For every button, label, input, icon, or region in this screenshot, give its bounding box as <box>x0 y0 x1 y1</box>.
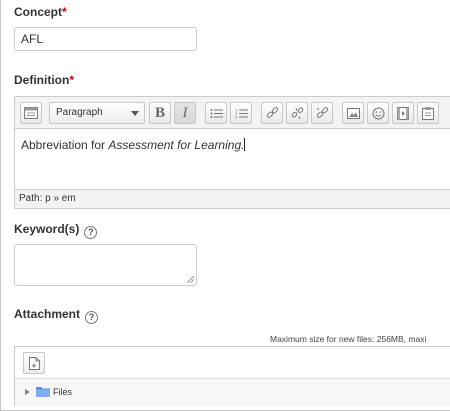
media-icon <box>397 106 409 120</box>
resize-grip-icon[interactable] <box>187 276 194 283</box>
toolbar-toggle-icon <box>24 107 38 119</box>
keywords-label-text: Keyword(s) <box>14 222 80 236</box>
editor-content-area[interactable]: Abbreviation for Assessment for Learning… <box>15 129 450 189</box>
bullet-list-button[interactable] <box>205 102 227 124</box>
keywords-label: Keyword(s)? <box>14 222 98 239</box>
numbered-list-button[interactable]: 123 <box>230 102 252 124</box>
insert-media-button[interactable] <box>392 102 414 124</box>
add-file-icon <box>28 356 40 370</box>
paragraph-format-select[interactable]: Paragraph <box>49 102 145 124</box>
file-tree: Files <box>15 379 450 406</box>
max-file-size-text: Maximum size for new files: 256MB, maxi <box>270 334 427 344</box>
unlink-button[interactable] <box>286 102 308 124</box>
insert-link-button[interactable] <box>261 102 283 124</box>
concept-input[interactable] <box>14 27 197 51</box>
insert-image-button[interactable] <box>342 102 364 124</box>
file-manager-toolbar <box>15 347 450 379</box>
folder-icon <box>36 387 50 397</box>
files-folder-label[interactable]: Files <box>53 387 72 397</box>
editor-path-bar: Path: p » em <box>15 189 450 208</box>
emoticon-icon <box>372 107 384 119</box>
attachment-label-text: Attachment <box>14 307 81 321</box>
numbered-list-icon: 123 <box>235 108 248 119</box>
definition-label-text: Definition <box>14 73 70 87</box>
definition-label: Definition* <box>14 73 74 87</box>
bold-button[interactable]: B <box>149 102 171 124</box>
auto-link-button[interactable] <box>311 102 333 124</box>
bullet-list-icon <box>210 108 223 118</box>
definition-text-plain: Abbreviation for <box>21 138 109 152</box>
required-marker: * <box>62 5 67 19</box>
concept-label-text: Concept <box>14 5 62 19</box>
paragraph-format-value: Paragraph <box>56 107 103 118</box>
link-icon <box>266 106 278 118</box>
paste-word-button[interactable] <box>417 102 439 124</box>
toolbar-toggle-button[interactable] <box>20 102 42 124</box>
keywords-textarea[interactable] <box>14 244 197 286</box>
definition-editor: Paragraph B I 123 Abbreviation for Asses… <box>14 96 450 209</box>
insert-emoticon-button[interactable] <box>367 102 389 124</box>
attachment-label: Attachment? <box>14 307 99 324</box>
unlink-icon <box>291 106 303 119</box>
file-manager: Files <box>14 346 450 406</box>
chevron-down-icon <box>131 111 139 116</box>
required-marker: * <box>69 73 74 87</box>
image-icon <box>346 107 360 119</box>
definition-text-italic: Assessment for Learning. <box>108 138 245 152</box>
expand-arrow-icon[interactable] <box>25 389 30 395</box>
help-icon[interactable]: ? <box>84 226 98 239</box>
editor-toolbar: Paragraph B I 123 <box>15 97 450 129</box>
clipboard-icon <box>422 106 434 120</box>
add-file-button[interactable] <box>23 352 45 374</box>
auto-link-icon <box>316 106 328 118</box>
concept-label: Concept* <box>14 5 67 19</box>
italic-button[interactable]: I <box>174 102 196 124</box>
help-icon[interactable]: ? <box>85 311 99 324</box>
text-caret <box>244 138 246 151</box>
editor-path-text: Path: p » em <box>19 193 76 204</box>
svg-text:3: 3 <box>235 114 238 119</box>
